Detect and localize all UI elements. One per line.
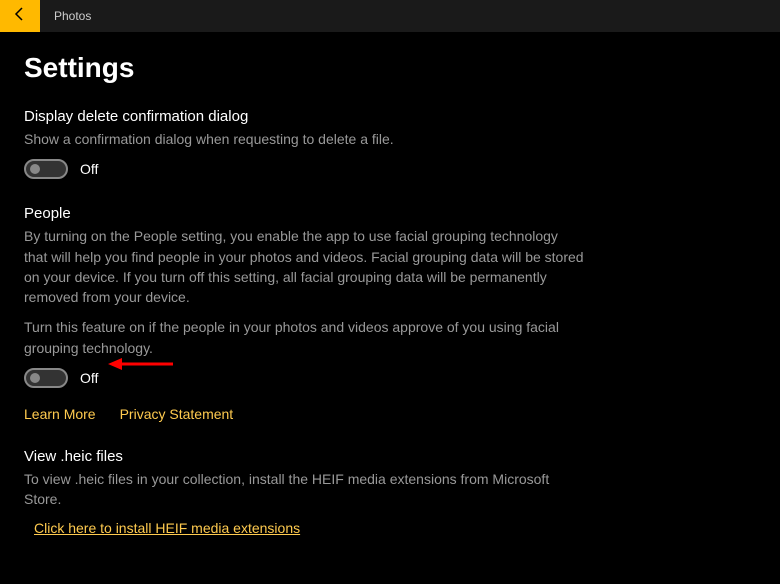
app-header: Photos (0, 0, 780, 32)
heic-install-link[interactable]: Click here to install HEIF media extensi… (34, 520, 300, 536)
people-toggle-label: Off (80, 370, 98, 386)
back-button[interactable] (0, 0, 40, 32)
toggle-knob-icon (30, 373, 40, 383)
delete-confirm-toggle-label: Off (80, 161, 98, 177)
people-toggle-row: Off (24, 368, 756, 388)
delete-confirm-title: Display delete confirmation dialog (24, 108, 756, 125)
delete-confirm-toggle[interactable] (24, 159, 68, 179)
settings-content: Settings Display delete confirmation dia… (0, 32, 780, 584)
people-desc: By turning on the People setting, you en… (24, 226, 584, 307)
back-arrow-icon (12, 6, 28, 27)
page-title: Settings (24, 52, 756, 84)
section-heic: View .heic files To view .heic files in … (24, 448, 756, 538)
learn-more-link[interactable]: Learn More (24, 406, 96, 422)
delete-confirm-desc: Show a confirmation dialog when requesti… (24, 129, 584, 149)
people-links: Learn More Privacy Statement (24, 406, 756, 422)
delete-confirm-toggle-row: Off (24, 159, 756, 179)
people-toggle[interactable] (24, 368, 68, 388)
privacy-statement-link[interactable]: Privacy Statement (120, 406, 234, 422)
section-delete-confirm: Display delete confirmation dialog Show … (24, 108, 756, 179)
heic-title: View .heic files (24, 448, 756, 465)
people-desc2: Turn this feature on if the people in yo… (24, 317, 584, 358)
people-title: People (24, 205, 756, 222)
app-title: Photos (54, 9, 91, 23)
section-people: People By turning on the People setting,… (24, 205, 756, 422)
toggle-knob-icon (30, 164, 40, 174)
heic-desc: To view .heic files in your collection, … (24, 469, 584, 510)
